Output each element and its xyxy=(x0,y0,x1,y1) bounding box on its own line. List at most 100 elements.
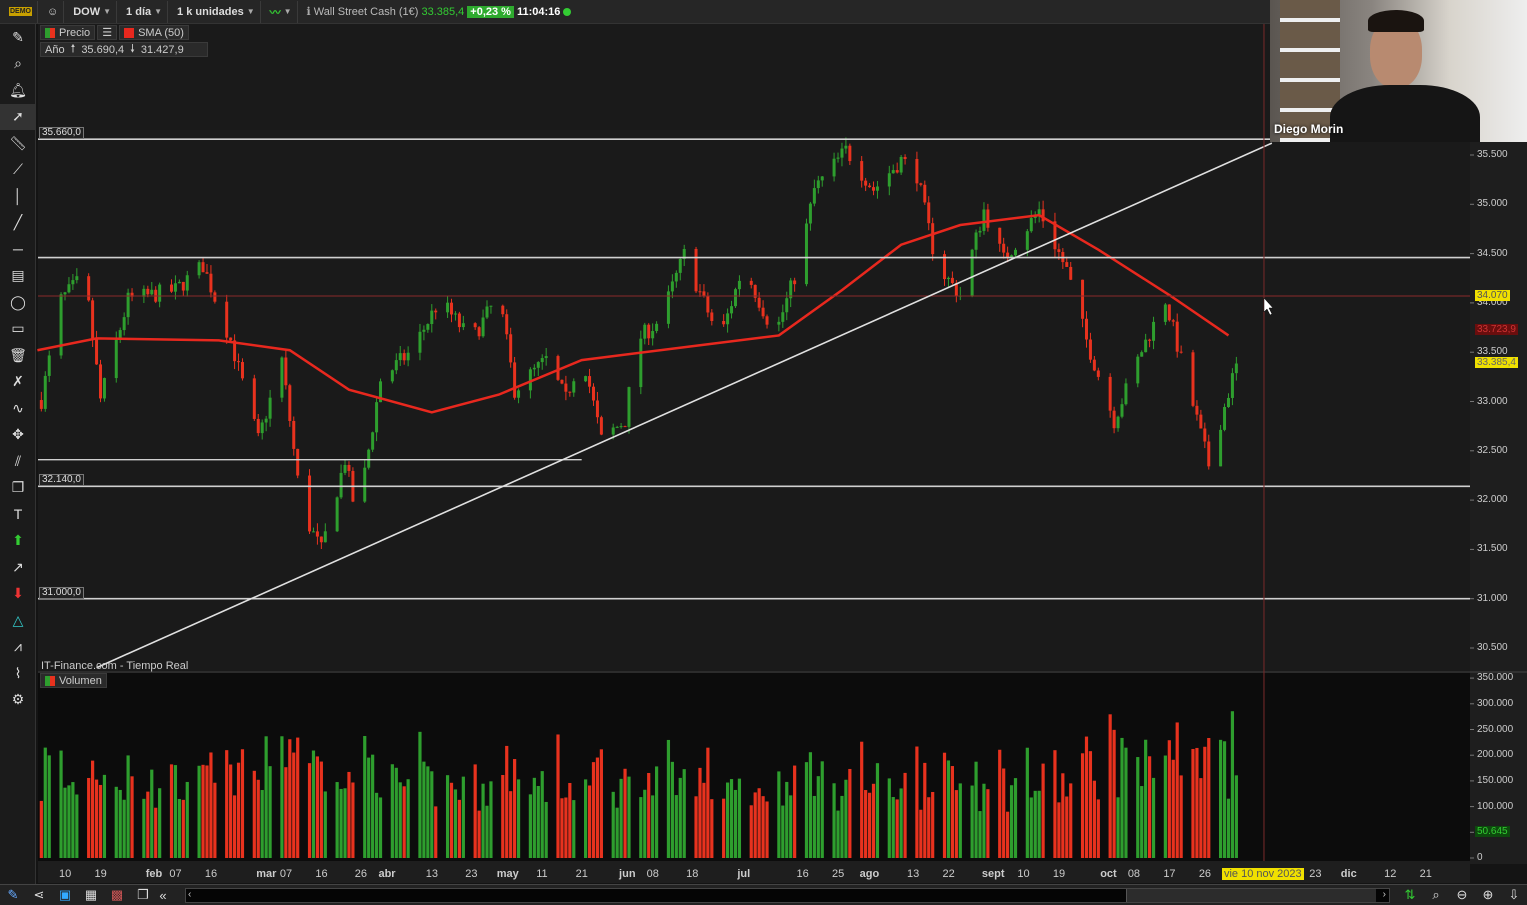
tools-icon[interactable]: ✗ xyxy=(0,369,36,396)
volume-bar xyxy=(895,799,899,858)
volume-bar xyxy=(335,782,339,858)
candle xyxy=(292,420,296,449)
volume-tick-label: 0 xyxy=(1477,852,1483,863)
candle xyxy=(1081,279,1085,319)
volume-tick-label: 200.000 xyxy=(1477,749,1514,761)
candle xyxy=(591,386,595,401)
candle xyxy=(611,427,615,435)
volume-bar xyxy=(678,777,682,858)
legend-volume[interactable]: Volumen xyxy=(40,673,107,688)
candle xyxy=(1124,383,1128,405)
info-icon[interactable]: ℹ xyxy=(307,5,311,18)
text-icon[interactable]: T xyxy=(0,501,36,528)
download-icon[interactable]: ⇩ xyxy=(1501,885,1527,905)
chat-icon[interactable]: ▣ xyxy=(52,885,78,905)
volume-bar xyxy=(256,779,260,858)
drawing-tools-sidebar: ✎ ⌕ 🔔︎ ➚ 📏︎ ⟋ │ ╱ ─ ▤ ◯ ▭ 🗑︎ ✗ ∿ ✥ ⫽ ❐ T… xyxy=(0,24,36,884)
candle xyxy=(785,298,789,313)
trash-icon[interactable]: 🗑︎ xyxy=(0,342,36,369)
arrow-icon[interactable]: ↗ xyxy=(0,554,36,581)
wave-icon[interactable]: ∿ xyxy=(0,395,36,422)
candle xyxy=(710,312,714,321)
demo-badge[interactable]: DEMO xyxy=(4,0,38,23)
candle xyxy=(923,184,927,203)
candle xyxy=(485,306,489,318)
volume-bar xyxy=(627,776,631,858)
chevron-down-icon: ▼ xyxy=(154,7,163,16)
candle xyxy=(761,307,765,317)
candle xyxy=(1234,363,1238,374)
volume-bar xyxy=(477,810,481,858)
symbol-select[interactable]: DOW ▼ xyxy=(68,0,118,23)
horizontal-line-icon[interactable]: ─ xyxy=(0,236,36,263)
triangle-icon[interactable]: △ xyxy=(0,607,36,634)
interval-select[interactable]: 1 día ▼ xyxy=(121,0,169,23)
pointer-icon[interactable]: ➚ xyxy=(0,103,36,130)
pencil-icon[interactable]: ✎ xyxy=(0,24,36,51)
chart-scrollbar[interactable]: ‹ › xyxy=(185,888,1390,903)
share-icon[interactable]: ⋖ xyxy=(26,885,52,905)
draw-icon[interactable]: ✎ xyxy=(0,885,26,905)
alert-bell-icon[interactable]: 🔔︎ xyxy=(0,77,36,104)
candle xyxy=(1195,405,1199,415)
scroll-left-icon[interactable]: ‹ xyxy=(188,889,191,900)
zoom-out-icon[interactable]: ⊖ xyxy=(1449,885,1475,905)
candle xyxy=(639,338,643,388)
price-tick-label: 31.500 xyxy=(1477,543,1508,555)
ruler-icon[interactable]: 📏︎ xyxy=(0,130,36,157)
chart-type-select[interactable]: 〰 ▼ xyxy=(265,0,298,23)
volume-bar xyxy=(1140,786,1144,858)
vertical-line-icon[interactable]: │ xyxy=(0,183,36,210)
candle xyxy=(970,249,974,296)
arrow-down-icon: 🠗 xyxy=(130,43,135,55)
arrow-up-icon[interactable]: ⬆ xyxy=(0,528,36,555)
scroll-right-icon[interactable]: › xyxy=(1383,889,1386,900)
trendline-icon[interactable]: ╱ xyxy=(0,210,36,237)
zoom-icon[interactable]: ⌕ xyxy=(0,51,36,78)
volume-bar xyxy=(1203,746,1207,858)
settings-icon[interactable]: ⚙ xyxy=(0,687,36,714)
volume-bar xyxy=(311,750,316,858)
candle xyxy=(209,273,213,293)
indicator-icon[interactable]: ⌇ xyxy=(0,660,36,687)
windows-icon[interactable]: ❐ xyxy=(130,885,156,905)
account-icon[interactable]: ☺ xyxy=(42,0,65,23)
sync-icon[interactable]: ⇅ xyxy=(1397,885,1423,905)
ellipse-icon[interactable]: ◯ xyxy=(0,289,36,316)
candle xyxy=(694,248,698,292)
puzzle-icon[interactable]: ▩ xyxy=(104,885,130,905)
units-select[interactable]: 1 k unidades ▼ xyxy=(172,0,261,23)
list-icon[interactable]: ☰ xyxy=(97,25,118,40)
segment-icon[interactable]: ⟋ xyxy=(0,157,36,184)
move-icon[interactable]: ✥ xyxy=(0,422,36,449)
change-badge: +0,23 % xyxy=(467,5,514,18)
volume-bar xyxy=(544,801,548,858)
volume-bar xyxy=(1167,740,1171,858)
candle xyxy=(544,356,548,359)
fibonacci-icon[interactable]: ▤ xyxy=(0,263,36,290)
volume-bar xyxy=(1191,748,1195,858)
pattern-icon[interactable]: ⩘ xyxy=(0,634,36,661)
volume-bar xyxy=(836,810,840,858)
legend-price[interactable]: Precio xyxy=(40,25,96,40)
candle xyxy=(315,531,319,537)
volume-bar xyxy=(505,745,509,858)
copy-icon[interactable]: ❐ xyxy=(0,475,36,502)
legend-sma[interactable]: SMA (50) xyxy=(119,25,189,40)
volume-bar xyxy=(639,797,643,858)
candle xyxy=(1207,441,1211,467)
rectangle-icon[interactable]: ▭ xyxy=(0,316,36,343)
zoom-in-icon[interactable]: ⊕ xyxy=(1475,885,1501,905)
volume-bar xyxy=(674,795,678,858)
collapse-icon[interactable]: « xyxy=(156,885,170,905)
scrollbar-thumb[interactable] xyxy=(1126,889,1376,902)
candle xyxy=(319,536,323,543)
candle xyxy=(461,323,465,328)
layout-icon[interactable]: ▦ xyxy=(78,885,104,905)
candle xyxy=(63,292,67,295)
zoom-fit-icon[interactable]: ⌕ xyxy=(1423,885,1449,905)
candle xyxy=(95,338,99,365)
channel-icon[interactable]: ⫽ xyxy=(0,448,36,475)
volume-bar xyxy=(1230,711,1235,858)
arrow-down-icon[interactable]: ⬇ xyxy=(0,581,36,608)
